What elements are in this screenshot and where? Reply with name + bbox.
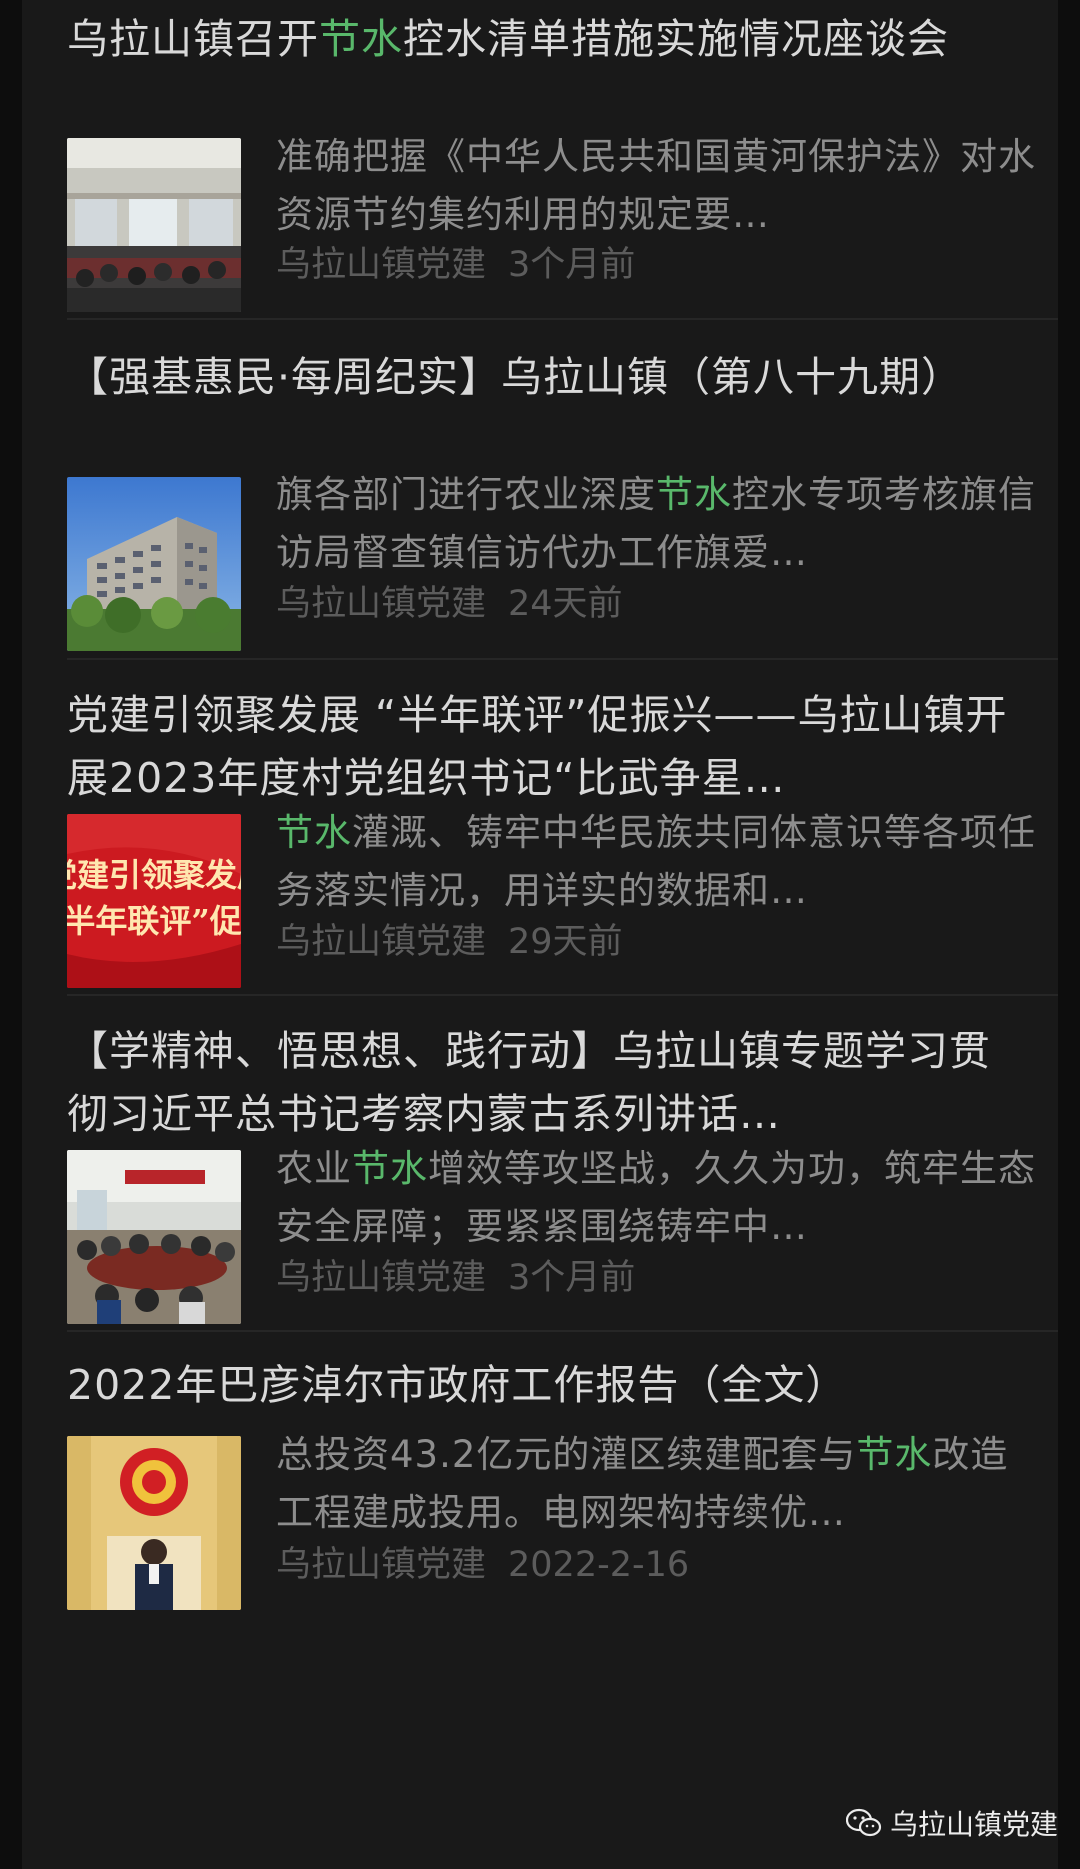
wechat-icon <box>845 1808 882 1837</box>
search-results-list: 乌拉山镇召开节水控水清单措施实施情况座谈会 准确把握《中华人民共和国黄河保护法》… <box>22 0 1058 1869</box>
article-title[interactable]: 乌拉山镇召开节水控水清单措施实施情况座谈会 <box>67 8 1027 71</box>
article-source: 乌拉山镇党建 <box>276 1258 487 1298</box>
article-item[interactable]: 【学精神、悟思想、践行动】乌拉山镇专题学习贯彻习近平总书记考察内蒙古系列讲话… <box>22 996 1058 1330</box>
article-item[interactable]: 2022年巴彦淖尔市政府工作报告（全文） 总投资43.2亿元的灌区续建配套与节水… <box>22 1332 1058 1869</box>
meeting-room-photo <box>67 138 241 312</box>
article-item[interactable]: 【强基惠民·每周纪实】乌拉山镇（第八十九期） 旗各部门进行农业深度节水控水专项考… <box>22 320 1058 658</box>
article-thumbnail[interactable] <box>67 1150 241 1324</box>
article-meta: 乌拉山镇党建 3个月前 <box>276 1253 657 1303</box>
keyword-highlight: 节水 <box>352 1147 428 1190</box>
article-title[interactable]: 2022年巴彦淖尔市政府工作报告（全文） <box>67 1354 1027 1417</box>
article-item[interactable]: 党建引领聚发展 “半年联评”促振兴——乌拉山镇开展2023年度村党组织书记“比武… <box>22 660 1058 994</box>
article-meta: 乌拉山镇党建 2022-2-16 <box>276 1540 711 1590</box>
keyword-highlight: 节水 <box>276 811 352 854</box>
building-photo <box>67 477 241 651</box>
article-summary: 节水灌溉、铸牢中华民族共同体意识等各项任务落实情况，用详实的数据和… <box>276 811 1036 912</box>
article-time: 24天前 <box>508 584 623 624</box>
government-report-photo <box>67 1436 241 1610</box>
article-time: 3个月前 <box>508 1258 636 1298</box>
article-source: 乌拉山镇党建 <box>276 922 487 962</box>
article-time: 29天前 <box>508 922 623 962</box>
article-summary: 准确把握《中华人民共和国黄河保护法》对水资源节约集约利用的规定要… <box>276 135 1036 236</box>
article-thumbnail[interactable] <box>67 477 241 651</box>
article-source: 乌拉山镇党建 <box>276 584 487 624</box>
article-time: 2022-2-16 <box>508 1545 690 1585</box>
keyword-highlight: 节水 <box>856 1433 933 1476</box>
keyword-highlight: 节水 <box>656 473 732 516</box>
keyword-highlight: 节水 <box>319 15 403 63</box>
source-watermark: 乌拉山镇党建 <box>845 1803 1058 1843</box>
article-source: 乌拉山镇党建 <box>276 1545 487 1585</box>
article-meta: 乌拉山镇党建 24天前 <box>276 579 645 629</box>
article-summary: 总投资43.2亿元的灌区续建配套与节水改造工程建成投用。电网架构持续优… <box>276 1433 1009 1534</box>
article-summary: 农业节水增效等攻坚战，久久为功，筑牢生态安全屏障；要紧紧围绕铸牢中… <box>276 1147 1036 1248</box>
article-summary: 旗各部门进行农业深度节水控水专项考核旗信访局督查镇信访代办工作旗爱… <box>276 473 1036 574</box>
conference-photo <box>67 1150 241 1324</box>
article-source: 乌拉山镇党建 <box>276 245 487 285</box>
article-meta: 乌拉山镇党建 29天前 <box>276 917 645 967</box>
article-thumbnail[interactable] <box>67 138 241 312</box>
article-title[interactable]: 党建引领聚发展 “半年联评”促振兴——乌拉山镇开展2023年度村党组织书记“比武… <box>67 684 1027 810</box>
article-time: 3个月前 <box>508 245 636 285</box>
banner-text: 党建引领聚发展 “半年联评”促 <box>67 856 241 940</box>
article-item[interactable]: 乌拉山镇召开节水控水清单措施实施情况座谈会 准确把握《中华人民共和国黄河保护法》… <box>22 0 1058 318</box>
article-thumbnail[interactable] <box>67 1436 241 1610</box>
article-title[interactable]: 【强基惠民·每周纪实】乌拉山镇（第八十九期） <box>67 346 1027 409</box>
watermark-text: 乌拉山镇党建 <box>889 1808 1058 1841</box>
article-thumbnail[interactable]: 党建引领聚发展 “半年联评”促 <box>67 814 241 988</box>
article-title[interactable]: 【学精神、悟思想、践行动】乌拉山镇专题学习贯彻习近平总书记考察内蒙古系列讲话… <box>67 1020 1027 1146</box>
article-meta: 乌拉山镇党建 3个月前 <box>276 240 657 290</box>
